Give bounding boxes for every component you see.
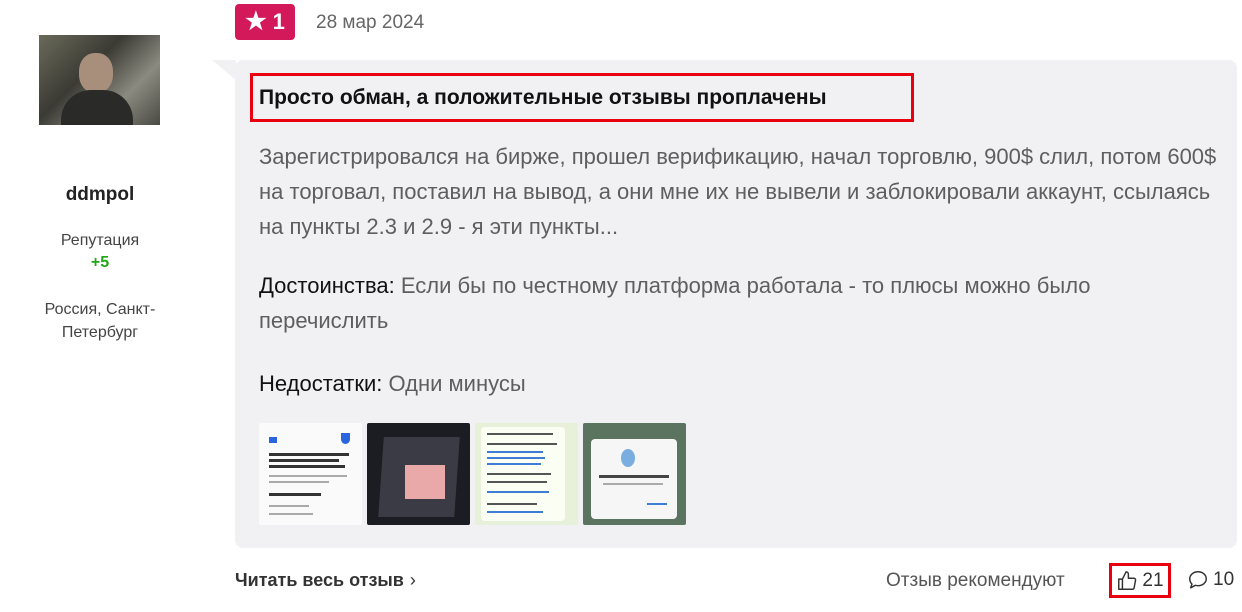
cons-text: Одни минусы [388,371,526,396]
comment-count: 10 [1213,569,1235,590]
attachment-thumbnail[interactable] [259,423,362,525]
star-icon: ★ [245,8,267,35]
like-count: 21 [1142,569,1164,591]
attachment-thumbnail[interactable] [475,423,578,525]
reputation-label: Репутация [60,232,140,249]
rating-value: 1 [272,9,285,34]
rating-badge: ★ 1 [235,4,295,40]
attachment-thumbnail[interactable] [583,423,686,525]
avatar[interactable] [39,35,160,125]
chevron-right-icon: › [409,570,416,590]
review-title[interactable]: Просто обман, а положительные отзывы про… [259,86,827,110]
comment-icon [1189,571,1207,589]
review-pros: Достоинства: Если бы по честному платфор… [259,268,1219,338]
author-name[interactable]: ddmpol [0,184,200,206]
read-more-label: Читать весь отзыв [235,570,404,590]
cons-label: Недостатки: [259,371,383,396]
pros-label: Достоинства: [259,273,395,298]
review-body: Зарегистрировался на бирже, прошел вериф… [259,144,1217,239]
like-button[interactable]: 21 [1109,563,1171,598]
bubble-tail [212,60,236,80]
thumbs-up-icon [1118,570,1137,590]
attachment-thumbnail[interactable] [367,423,470,525]
comments-button[interactable]: 10 [1187,569,1234,591]
author-location: Россия, Санкт-Петербург [44,301,156,341]
read-full-review-link[interactable]: Читать весь отзыв › [235,570,416,591]
review-cons: Недостатки: Одни минусы [259,366,1219,401]
recommend-label: Отзыв рекомендуют [886,570,1065,591]
reputation-value: +5 [90,254,110,271]
review-date: 28 мар 2024 [316,12,425,33]
